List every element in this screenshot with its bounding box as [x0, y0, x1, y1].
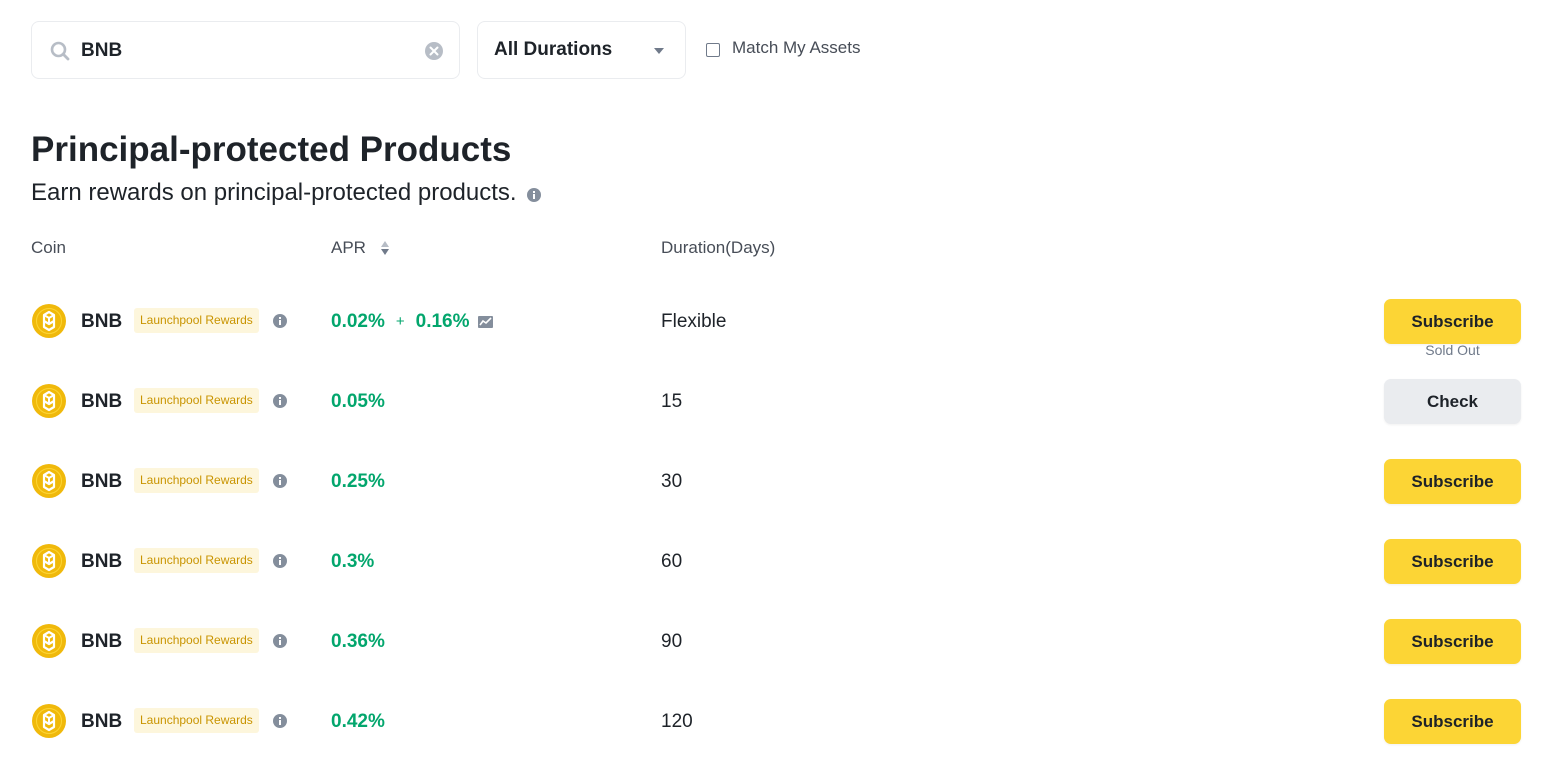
- clear-search-icon[interactable]: [424, 41, 444, 61]
- apr-value: 0.3%: [331, 551, 374, 573]
- duration-value: 90: [661, 631, 683, 652]
- table-row: BNB Launchpool Rewards 0.05% 15 Sold Out Chec…: [0, 342, 1551, 463]
- duration-value: 60: [661, 551, 683, 572]
- earn-page: All Durations Match My Assets Principal-…: [0, 0, 1551, 767]
- launchpool-rewards-tag: Launchpool Rewards: [134, 468, 259, 493]
- bnb-coin-icon: [32, 384, 66, 418]
- column-header-coin: Coin: [31, 238, 66, 257]
- info-icon[interactable]: [273, 474, 287, 488]
- coin-name: BNB: [81, 551, 123, 572]
- apr-base: 0.02%: [331, 311, 385, 332]
- check-button[interactable]: Check: [1384, 379, 1521, 424]
- subscribe-button[interactable]: Subscribe: [1384, 299, 1521, 344]
- info-icon[interactable]: [273, 394, 287, 408]
- coin-name: BNB: [81, 711, 123, 732]
- apr-value: 0.25%: [331, 471, 385, 493]
- info-icon[interactable]: [273, 634, 287, 648]
- info-icon[interactable]: [273, 314, 287, 328]
- coin-name: BNB: [81, 631, 123, 652]
- apr-base: 0.3%: [331, 551, 375, 572]
- subscribe-button[interactable]: Subscribe: [1384, 459, 1521, 504]
- sort-icon[interactable]: [380, 239, 390, 257]
- bnb-coin-icon: [32, 304, 66, 338]
- apr-base: 0.05%: [331, 391, 385, 412]
- duration-value: 30: [661, 471, 683, 492]
- apr-base: 0.42%: [331, 711, 385, 732]
- column-header-apr-label: APR: [331, 238, 366, 257]
- apr-value: 0.42%: [331, 711, 385, 733]
- info-icon[interactable]: [273, 714, 287, 728]
- coin-name: BNB: [81, 311, 123, 332]
- info-icon[interactable]: [526, 188, 541, 202]
- table-row: BNB Launchpool Rewards 0.25% 30 Subscribe: [0, 459, 1551, 543]
- duration-value: 15: [661, 391, 683, 412]
- apr-base: 0.36%: [331, 631, 385, 652]
- match-assets-toggle[interactable]: Match My Assets: [706, 38, 860, 58]
- search-box[interactable]: [31, 21, 460, 79]
- column-header-apr[interactable]: APR: [331, 238, 390, 258]
- apr-plus: +: [395, 313, 405, 330]
- match-assets-checkbox[interactable]: [706, 43, 720, 57]
- subscribe-button[interactable]: Subscribe: [1384, 699, 1521, 744]
- section-title: Principal-protected Products: [31, 130, 512, 169]
- search-icon: [50, 41, 70, 61]
- bnb-coin-icon: [32, 544, 66, 578]
- launchpool-rewards-tag: Launchpool Rewards: [134, 628, 259, 653]
- match-assets-label: Match My Assets: [732, 38, 861, 57]
- launchpool-rewards-tag: Launchpool Rewards: [134, 308, 259, 333]
- info-icon[interactable]: [273, 554, 287, 568]
- trend-chart-icon[interactable]: [477, 316, 493, 328]
- subscribe-button[interactable]: Subscribe: [1384, 619, 1521, 664]
- duration-select[interactable]: All Durations: [477, 21, 686, 79]
- duration-select-value: All Durations: [494, 39, 613, 60]
- section-subtitle: Earn rewards on principal-protected prod…: [31, 179, 517, 206]
- launchpool-rewards-tag: Launchpool Rewards: [134, 708, 259, 733]
- launchpool-rewards-tag: Launchpool Rewards: [134, 548, 259, 573]
- apr-value: 0.02% +0.16%: [331, 311, 493, 333]
- column-header-duration: Duration(Days): [661, 238, 776, 257]
- apr-value: 0.05%: [331, 391, 385, 413]
- duration-value: 120: [661, 711, 693, 732]
- table-row: BNB Launchpool Rewards 0.02% +0.16% Flexible…: [0, 299, 1551, 383]
- coin-name: BNB: [81, 471, 123, 492]
- launchpool-rewards-tag: Launchpool Rewards: [134, 388, 259, 413]
- duration-value: Flexible: [661, 311, 727, 332]
- caret-down-icon: [654, 48, 664, 54]
- apr-value: 0.36%: [331, 631, 385, 653]
- bnb-coin-icon: [32, 624, 66, 658]
- coin-name: BNB: [81, 391, 123, 412]
- bnb-coin-icon: [32, 464, 66, 498]
- apr-base: 0.25%: [331, 471, 385, 492]
- section-subtitle-wrap: Earn rewards on principal-protected prod…: [31, 178, 541, 208]
- subscribe-button[interactable]: Subscribe: [1384, 539, 1521, 584]
- bnb-coin-icon: [32, 704, 66, 738]
- table-row: BNB Launchpool Rewards 0.42% 120 Subscribe: [0, 699, 1551, 767]
- sold-out-label: Sold Out: [1425, 342, 1480, 358]
- table-row: BNB Launchpool Rewards 0.3% 60 Subscribe: [0, 539, 1551, 623]
- table-row: BNB Launchpool Rewards 0.36% 90 Subscribe: [0, 619, 1551, 703]
- search-input[interactable]: [81, 36, 411, 66]
- apr-bonus: 0.16%: [415, 311, 470, 332]
